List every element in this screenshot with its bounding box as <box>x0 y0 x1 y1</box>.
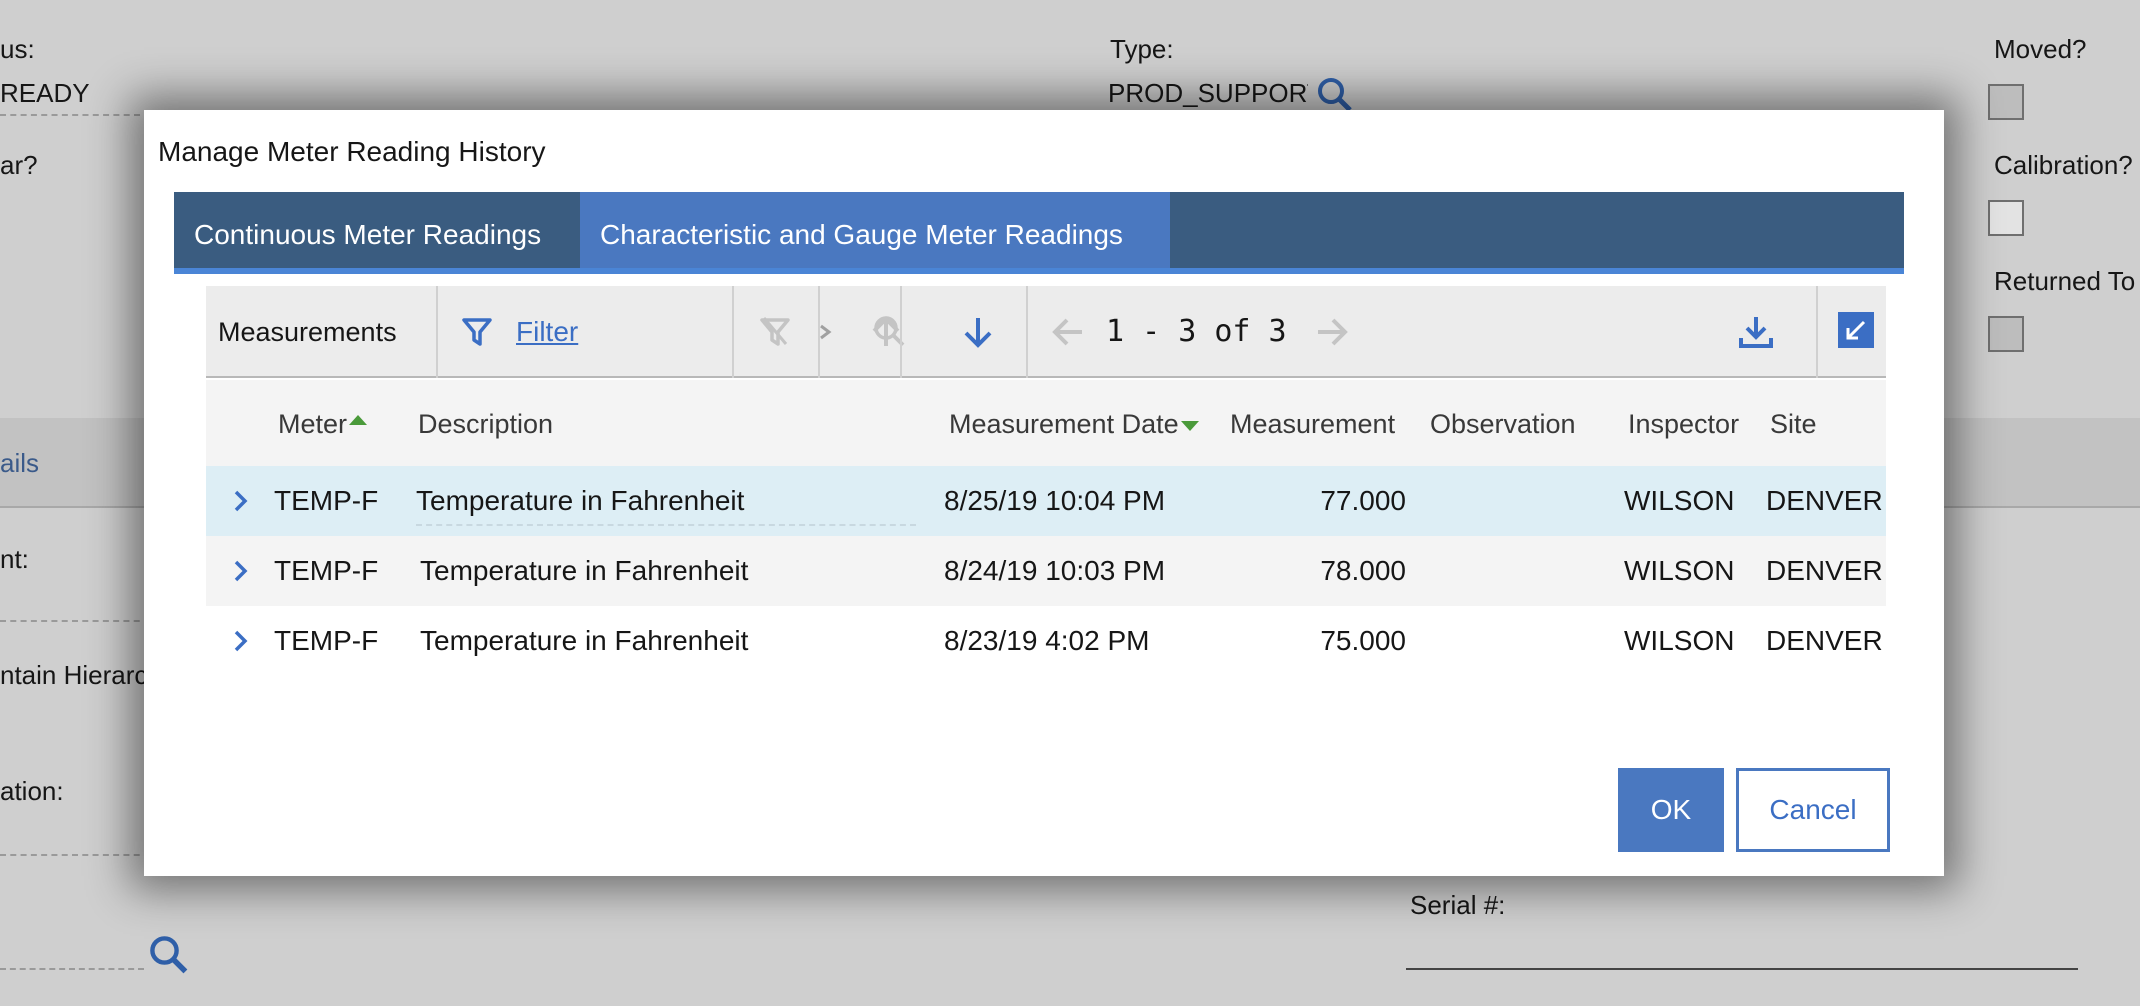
previous-page-icon[interactable] <box>1048 312 1088 352</box>
tab-characteristic-gauge-readings[interactable]: Characteristic and Gauge Meter Readings <box>580 192 1170 268</box>
cell-meter: TEMP-F <box>274 555 379 586</box>
filter-link[interactable]: Filter <box>516 286 578 378</box>
cell-site: DENVER <box>1766 625 1883 656</box>
column-header-site[interactable]: Site <box>1770 380 1817 468</box>
next-page-icon[interactable] <box>1312 312 1352 352</box>
column-header-measurement-date[interactable]: Measurement Date <box>949 380 1199 468</box>
table-row[interactable]: TEMP-F Temperature in Fahrenheit 8/24/19… <box>206 536 1886 606</box>
toolbar-divider <box>436 286 438 378</box>
tab-continuous-meter-readings[interactable]: Continuous Meter Readings <box>174 192 580 268</box>
status-label: us: <box>0 34 35 64</box>
expand-row-icon[interactable] <box>228 488 254 514</box>
toolbar-divider <box>818 286 820 378</box>
minimize-table-icon[interactable] <box>1836 310 1876 350</box>
column-header-inspector[interactable]: Inspector <box>1628 380 1739 468</box>
arrow-down-icon[interactable] <box>958 312 998 352</box>
cell-inspector: WILSON <box>1624 625 1735 656</box>
column-header-measurement-date-label: Measurement Date <box>949 409 1179 439</box>
expand-row-icon[interactable] <box>228 558 254 584</box>
calibration-checkbox[interactable] <box>1988 200 2024 236</box>
download-icon[interactable] <box>1736 312 1776 352</box>
table-header: Meter Description Measurement Date Measu… <box>206 380 1886 468</box>
hierarchy-label: ntain Hierarc <box>0 660 148 690</box>
column-header-meter-label: Meter <box>278 409 348 439</box>
cancel-button[interactable]: Cancel <box>1736 768 1890 852</box>
chevron-right-icon[interactable] <box>812 312 840 352</box>
toolbar-divider <box>732 286 734 378</box>
cell-measurement-date: 8/25/19 10:04 PM <box>944 485 1166 516</box>
cell-site: DENVER <box>1766 485 1883 516</box>
arrow-up-icon[interactable] <box>866 312 906 352</box>
cell-measurement: 78.000 <box>1320 555 1406 586</box>
filter-icon[interactable] <box>458 312 498 352</box>
cell-meter: TEMP-F <box>274 485 379 516</box>
type-value: PROD_SUPPORT <box>1108 78 1308 108</box>
description-underline <box>416 524 916 526</box>
cell-description: Temperature in Fahrenheit <box>420 555 749 586</box>
cell-inspector: WILSON <box>1624 485 1735 516</box>
returned-checkbox[interactable] <box>1988 316 2024 352</box>
sort-descending-icon <box>1180 420 1199 431</box>
cell-site: DENVER <box>1766 555 1883 586</box>
moved-checkbox[interactable] <box>1988 84 2024 120</box>
lookup-icon[interactable] <box>148 934 192 978</box>
column-header-description[interactable]: Description <box>418 380 553 468</box>
expand-row-icon[interactable] <box>228 628 254 654</box>
returned-label: Returned To <box>1994 266 2136 296</box>
table-toolbar: Measurements Filter 1 - 3 of 3 <box>206 286 1886 378</box>
toolbar-divider <box>1026 286 1028 378</box>
column-header-measurement[interactable]: Measurement <box>1230 380 1395 468</box>
cell-inspector: WILSON <box>1624 555 1735 586</box>
tion-label: ation: <box>0 776 64 806</box>
nt-underline <box>0 620 150 622</box>
status-value: READY <box>0 78 90 108</box>
table-row[interactable]: TEMP-F Temperature in Fahrenheit 8/23/19… <box>206 606 1886 676</box>
measurements-label: Measurements <box>218 317 397 347</box>
tab-bar: Continuous Meter Readings Characteristic… <box>174 192 1904 274</box>
sort-ascending-icon <box>349 414 368 425</box>
calibration-label: Calibration? <box>1994 150 2133 180</box>
cell-measurement: 77.000 <box>1320 485 1406 516</box>
cell-meter: TEMP-F <box>274 625 379 656</box>
clear-filter-icon[interactable] <box>756 312 796 352</box>
cell-measurement-date: 8/23/19 4:02 PM <box>944 625 1150 656</box>
manage-meter-reading-dialog: Manage Meter Reading History Continuous … <box>144 110 1944 876</box>
cell-description: Temperature in Fahrenheit <box>420 625 749 656</box>
dialog-title: Manage Meter Reading History <box>158 136 546 167</box>
table-row[interactable]: TEMP-F Temperature in Fahrenheit 8/25/19… <box>206 466 1886 536</box>
nt-label: nt: <box>0 544 29 574</box>
lookup-underline <box>0 968 144 970</box>
cell-measurement: 75.000 <box>1320 625 1406 656</box>
cell-measurement-date: 8/24/19 10:03 PM <box>944 555 1166 586</box>
serial-input[interactable] <box>1406 968 2078 970</box>
type-label: Type: <box>1110 34 1174 64</box>
status-underline <box>0 114 140 116</box>
details-tab[interactable]: ails <box>0 448 39 479</box>
ok-button[interactable]: OK <box>1618 768 1724 852</box>
pagination-text: 1 - 3 of 3 <box>1106 314 1287 349</box>
column-header-observation[interactable]: Observation <box>1430 380 1576 468</box>
toolbar-divider <box>1816 286 1818 378</box>
ar-label: ar? <box>0 150 38 180</box>
tion-underline <box>0 854 150 856</box>
moved-label: Moved? <box>1994 34 2087 64</box>
column-header-meter[interactable]: Meter <box>278 380 368 468</box>
serial-label: Serial #: <box>1410 890 1506 920</box>
